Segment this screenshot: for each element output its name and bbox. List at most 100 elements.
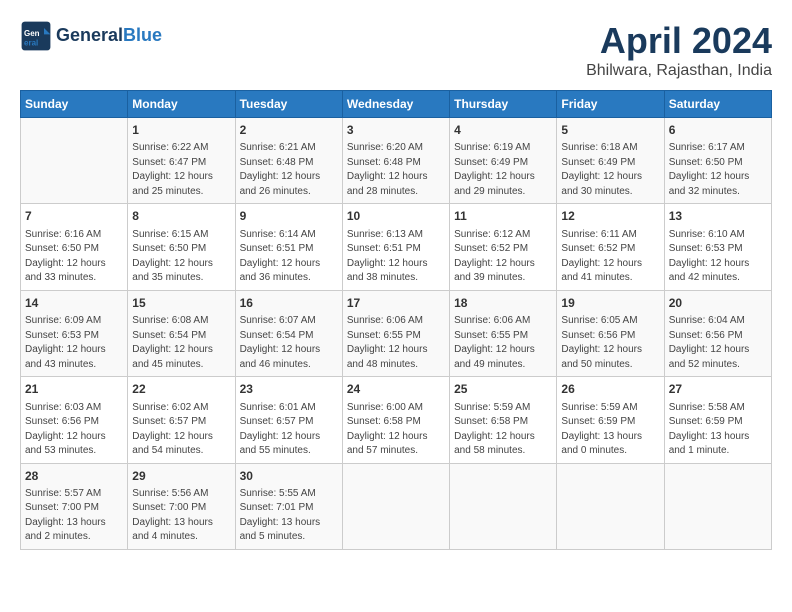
- calendar-cell: 6 Sunrise: 6:17 AM Sunset: 6:50 PM Daylig…: [664, 118, 771, 204]
- svg-text:Gen: Gen: [24, 29, 40, 38]
- calendar-week-row: 7 Sunrise: 6:16 AM Sunset: 6:50 PM Daylig…: [21, 204, 772, 290]
- day-number: 26: [561, 381, 659, 398]
- day-info: Sunrise: 5:57 AM Sunset: 7:00 PM Dayligh…: [25, 487, 123, 545]
- day-info: Sunrise: 6:06 AM Sunset: 6:55 PM Dayligh…: [454, 314, 552, 372]
- calendar-cell: [557, 463, 664, 549]
- calendar-cell: 20 Sunrise: 6:04 AM Sunset: 6:56 PM Dayli…: [664, 290, 771, 376]
- day-info: Sunrise: 5:59 AM Sunset: 6:59 PM Dayligh…: [561, 401, 659, 459]
- day-info: Sunrise: 6:04 AM Sunset: 6:56 PM Dayligh…: [669, 314, 767, 372]
- day-number: 10: [347, 208, 445, 225]
- weekday-header: Wednesday: [342, 91, 449, 118]
- calendar-cell: 9 Sunrise: 6:14 AM Sunset: 6:51 PM Daylig…: [235, 204, 342, 290]
- day-number: 8: [132, 208, 230, 225]
- calendar-cell: 16 Sunrise: 6:07 AM Sunset: 6:54 PM Dayli…: [235, 290, 342, 376]
- day-number: 14: [25, 295, 123, 312]
- day-info: Sunrise: 6:03 AM Sunset: 6:56 PM Dayligh…: [25, 401, 123, 459]
- weekday-header: Thursday: [450, 91, 557, 118]
- day-number: 2: [240, 122, 338, 139]
- day-number: 4: [454, 122, 552, 139]
- weekday-header: Saturday: [664, 91, 771, 118]
- day-number: 19: [561, 295, 659, 312]
- day-info: Sunrise: 6:21 AM Sunset: 6:48 PM Dayligh…: [240, 141, 338, 199]
- day-info: Sunrise: 5:58 AM Sunset: 6:59 PM Dayligh…: [669, 401, 767, 459]
- day-number: 25: [454, 381, 552, 398]
- day-info: Sunrise: 6:19 AM Sunset: 6:49 PM Dayligh…: [454, 141, 552, 199]
- day-number: 7: [25, 208, 123, 225]
- day-info: Sunrise: 6:09 AM Sunset: 6:53 PM Dayligh…: [25, 314, 123, 372]
- day-info: Sunrise: 6:07 AM Sunset: 6:54 PM Dayligh…: [240, 314, 338, 372]
- day-number: 28: [25, 468, 123, 485]
- day-info: Sunrise: 6:13 AM Sunset: 6:51 PM Dayligh…: [347, 228, 445, 286]
- calendar-week-row: 1 Sunrise: 6:22 AM Sunset: 6:47 PM Daylig…: [21, 118, 772, 204]
- logo-text-line1: GeneralBlue: [56, 26, 162, 46]
- calendar-cell: 28 Sunrise: 5:57 AM Sunset: 7:00 PM Dayli…: [21, 463, 128, 549]
- page-header: Gen eral GeneralBlue April 2024 Bhilwara…: [20, 20, 772, 80]
- day-number: 5: [561, 122, 659, 139]
- day-info: Sunrise: 6:08 AM Sunset: 6:54 PM Dayligh…: [132, 314, 230, 372]
- day-number: 6: [669, 122, 767, 139]
- calendar-table: SundayMondayTuesdayWednesdayThursdayFrid…: [20, 90, 772, 550]
- day-number: 20: [669, 295, 767, 312]
- calendar-cell: 27Sunrise: 5:58 AM Sunset: 6:59 PM Dayli…: [664, 377, 771, 463]
- day-number: 23: [240, 381, 338, 398]
- calendar-title: April 2024: [586, 20, 772, 62]
- day-info: Sunrise: 5:56 AM Sunset: 7:00 PM Dayligh…: [132, 487, 230, 545]
- day-number: 21: [25, 381, 123, 398]
- calendar-cell: 17 Sunrise: 6:06 AM Sunset: 6:55 PM Dayli…: [342, 290, 449, 376]
- calendar-cell: 19 Sunrise: 6:05 AM Sunset: 6:56 PM Dayli…: [557, 290, 664, 376]
- calendar-cell: 5 Sunrise: 6:18 AM Sunset: 6:49 PM Daylig…: [557, 118, 664, 204]
- calendar-week-row: 28 Sunrise: 5:57 AM Sunset: 7:00 PM Dayli…: [21, 463, 772, 549]
- day-number: 16: [240, 295, 338, 312]
- day-number: 1: [132, 122, 230, 139]
- calendar-week-row: 14 Sunrise: 6:09 AM Sunset: 6:53 PM Dayli…: [21, 290, 772, 376]
- day-number: 15: [132, 295, 230, 312]
- day-info: Sunrise: 5:55 AM Sunset: 7:01 PM Dayligh…: [240, 487, 338, 545]
- calendar-cell: [21, 118, 128, 204]
- day-info: Sunrise: 6:14 AM Sunset: 6:51 PM Dayligh…: [240, 228, 338, 286]
- day-info: Sunrise: 5:59 AM Sunset: 6:58 PM Dayligh…: [454, 401, 552, 459]
- calendar-cell: 8 Sunrise: 6:15 AM Sunset: 6:50 PM Daylig…: [128, 204, 235, 290]
- day-info: Sunrise: 6:05 AM Sunset: 6:56 PM Dayligh…: [561, 314, 659, 372]
- calendar-cell: 18Sunrise: 6:06 AM Sunset: 6:55 PM Dayli…: [450, 290, 557, 376]
- day-number: 12: [561, 208, 659, 225]
- title-block: April 2024 Bhilwara, Rajasthan, India: [586, 20, 772, 80]
- calendar-subtitle: Bhilwara, Rajasthan, India: [586, 62, 772, 80]
- calendar-cell: 15 Sunrise: 6:08 AM Sunset: 6:54 PM Dayli…: [128, 290, 235, 376]
- logo: Gen eral GeneralBlue: [20, 20, 162, 52]
- weekday-header: Monday: [128, 91, 235, 118]
- calendar-cell: 24 Sunrise: 6:00 AM Sunset: 6:58 PM Dayli…: [342, 377, 449, 463]
- day-info: Sunrise: 6:10 AM Sunset: 6:53 PM Dayligh…: [669, 228, 767, 286]
- day-number: 17: [347, 295, 445, 312]
- calendar-cell: 22Sunrise: 6:02 AM Sunset: 6:57 PM Dayli…: [128, 377, 235, 463]
- day-info: Sunrise: 6:22 AM Sunset: 6:47 PM Dayligh…: [132, 141, 230, 199]
- calendar-cell: 29 Sunrise: 5:56 AM Sunset: 7:00 PM Dayli…: [128, 463, 235, 549]
- weekday-header-row: SundayMondayTuesdayWednesdayThursdayFrid…: [21, 91, 772, 118]
- calendar-week-row: 21 Sunrise: 6:03 AM Sunset: 6:56 PM Dayli…: [21, 377, 772, 463]
- day-number: 29: [132, 468, 230, 485]
- calendar-cell: 30 Sunrise: 5:55 AM Sunset: 7:01 PM Dayli…: [235, 463, 342, 549]
- day-info: Sunrise: 6:18 AM Sunset: 6:49 PM Dayligh…: [561, 141, 659, 199]
- calendar-cell: 1 Sunrise: 6:22 AM Sunset: 6:47 PM Daylig…: [128, 118, 235, 204]
- calendar-cell: 26 Sunrise: 5:59 AM Sunset: 6:59 PM Dayli…: [557, 377, 664, 463]
- day-number: 24: [347, 381, 445, 398]
- day-info: Sunrise: 6:17 AM Sunset: 6:50 PM Dayligh…: [669, 141, 767, 199]
- calendar-cell: 10 Sunrise: 6:13 AM Sunset: 6:51 PM Dayli…: [342, 204, 449, 290]
- calendar-cell: 3 Sunrise: 6:20 AM Sunset: 6:48 PM Daylig…: [342, 118, 449, 204]
- day-info: Sunrise: 6:16 AM Sunset: 6:50 PM Dayligh…: [25, 228, 123, 286]
- day-number: 30: [240, 468, 338, 485]
- day-info: Sunrise: 6:00 AM Sunset: 6:58 PM Dayligh…: [347, 401, 445, 459]
- calendar-cell: [342, 463, 449, 549]
- weekday-header: Tuesday: [235, 91, 342, 118]
- day-info: Sunrise: 6:06 AM Sunset: 6:55 PM Dayligh…: [347, 314, 445, 372]
- calendar-cell: 25 Sunrise: 5:59 AM Sunset: 6:58 PM Dayli…: [450, 377, 557, 463]
- day-info: Sunrise: 6:20 AM Sunset: 6:48 PM Dayligh…: [347, 141, 445, 199]
- calendar-cell: 13 Sunrise: 6:10 AM Sunset: 6:53 PM Dayli…: [664, 204, 771, 290]
- day-number: 9: [240, 208, 338, 225]
- day-info: Sunrise: 6:15 AM Sunset: 6:50 PM Dayligh…: [132, 228, 230, 286]
- calendar-cell: 12 Sunrise: 6:11 AM Sunset: 6:52 PM Dayli…: [557, 204, 664, 290]
- day-info: Sunrise: 6:11 AM Sunset: 6:52 PM Dayligh…: [561, 228, 659, 286]
- day-number: 13: [669, 208, 767, 225]
- calendar-cell: 14 Sunrise: 6:09 AM Sunset: 6:53 PM Dayli…: [21, 290, 128, 376]
- day-number: 3: [347, 122, 445, 139]
- calendar-cell: 7 Sunrise: 6:16 AM Sunset: 6:50 PM Daylig…: [21, 204, 128, 290]
